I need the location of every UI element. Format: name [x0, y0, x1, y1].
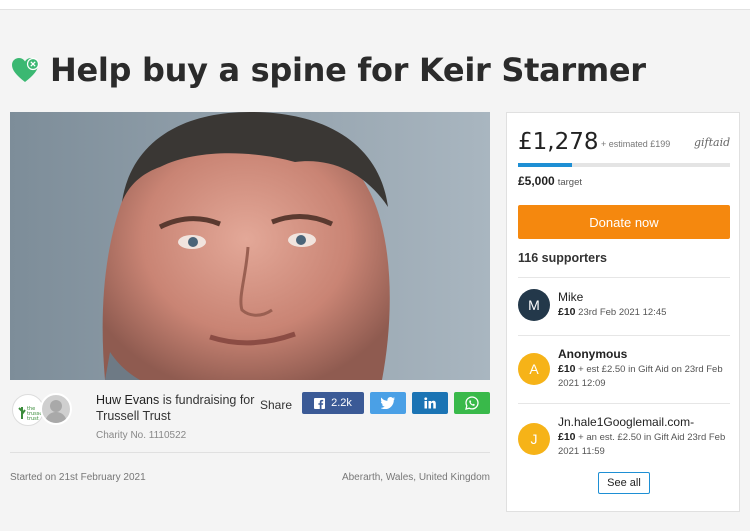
donor-name: Jn.hale1Googlemail.com- [558, 415, 695, 429]
donor-details: Jn.hale1Googlemail.com- £10 + an est. £2… [558, 415, 734, 459]
target-row: £5,000 target [518, 174, 582, 188]
giftaid-logo: giftaid [694, 136, 731, 149]
whatsapp-icon [465, 396, 479, 410]
fundraiser-connector-text: is fundraising for [159, 393, 255, 407]
portrait-image [10, 112, 490, 380]
donor-avatar: J [518, 423, 550, 455]
location-text: Aberarth, Wales, United Kingdom [341, 472, 490, 483]
facebook-icon [314, 397, 326, 409]
donor-detail: + an est. £2.50 in Gift Aid 23rd Feb 202… [558, 432, 726, 457]
raised-summary: £1,278 + estimated £199 giftaid [518, 129, 732, 159]
target-amount: £5,000 [518, 174, 555, 188]
facebook-share-button[interactable]: 2.2k [302, 392, 364, 414]
charity-number: Charity No. 1110522 [96, 430, 187, 441]
donor-details: Mike £10 23rd Feb 2021 12:45 [558, 290, 734, 320]
donor-info: £10 + an est. £2.50 in Gift Aid 23rd Feb… [558, 430, 734, 459]
donor-item: J Jn.hale1Googlemail.com- £10 + an est. … [518, 415, 730, 463]
title-row: Help buy a spine for Keir Starmer [10, 48, 646, 92]
donor-detail: 23rd Feb 2021 12:45 [575, 307, 667, 318]
whatsapp-share-button[interactable] [454, 392, 490, 414]
progress-bar [518, 163, 730, 167]
separator [518, 335, 730, 336]
twitter-icon [381, 397, 395, 409]
fundraiser-description: Huw Evans is fundraising for Trussell Tr… [96, 392, 256, 424]
donor-details: Anonymous £10 + est £2.50 in Gift Aid on… [558, 347, 734, 391]
donor-info: £10 + est £2.50 in Gift Aid on 23rd Feb … [558, 362, 734, 391]
fundraiser-info: the trussell trust Huw Evans is fundrais… [10, 390, 490, 446]
donate-now-button[interactable]: Donate now [518, 205, 730, 239]
target-label: target [557, 177, 582, 188]
donor-amount: £10 [558, 363, 576, 375]
charity-name-link[interactable]: Trussell Trust [96, 409, 171, 423]
svg-text:trust: trust [27, 416, 39, 422]
section-divider [10, 452, 490, 453]
separator [518, 403, 730, 404]
linkedin-share-button[interactable] [412, 392, 448, 414]
donor-amount: £10 [558, 306, 576, 318]
donation-panel: £1,278 + estimated £199 giftaid £5,000 ta… [506, 112, 740, 512]
donor-name: Mike [558, 290, 584, 304]
donor-detail: + est £2.50 in Gift Aid on 23rd Feb 2021… [558, 364, 723, 389]
amount-raised: £1,278 [518, 129, 599, 155]
started-date: Started on 21st February 2021 [10, 472, 146, 483]
fundraiser-name-link[interactable]: Huw Evans [96, 393, 159, 407]
linkedin-icon [424, 397, 436, 409]
donor-amount: £10 [558, 431, 576, 443]
fundraiser-avatar-icon[interactable] [40, 393, 72, 425]
progress-bar-fill [518, 163, 573, 167]
facebook-share-count: 2.2k [331, 397, 352, 409]
page-title: Help buy a spine for Keir Starmer [50, 51, 646, 89]
separator [518, 277, 730, 278]
share-label: Share [260, 398, 293, 412]
twitter-share-button[interactable] [370, 392, 406, 414]
donor-name: Anonymous [558, 347, 628, 361]
heart-icon [12, 57, 40, 82]
supporters-count: 116 supporters [518, 251, 607, 265]
giftaid-estimate: + estimated £199 [601, 139, 671, 149]
donor-info: £10 23rd Feb 2021 12:45 [558, 305, 734, 320]
top-bar [0, 0, 750, 10]
donor-avatar: M [518, 289, 550, 321]
donor-avatar: A [518, 353, 550, 385]
donor-item: M Mike £10 23rd Feb 2021 12:45 [518, 289, 730, 329]
see-all-button[interactable]: See all [598, 472, 650, 494]
donor-item: A Anonymous £10 + est £2.50 in Gift Aid … [518, 347, 730, 395]
campaign-photo[interactable] [10, 112, 490, 380]
